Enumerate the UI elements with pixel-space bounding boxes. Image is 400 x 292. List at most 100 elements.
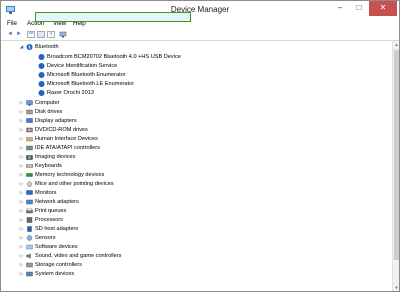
- tree-label: SD host adapters: [35, 226, 79, 232]
- expand-arrow-icon[interactable]: ▷: [19, 234, 24, 242]
- tree-label: Display adapters: [35, 118, 77, 124]
- tree-category-ide-ata[interactable]: ▷ IDE ATA/ATAPI controllers: [1, 144, 381, 152]
- bluetooth-icon: [38, 90, 45, 96]
- expand-arrow-icon[interactable]: ▷: [19, 117, 24, 125]
- expand-arrow-icon[interactable]: ▷: [19, 261, 24, 269]
- expand-arrow-icon[interactable]: ▷: [19, 207, 24, 215]
- expand-arrow-icon[interactable]: ▷: [19, 180, 24, 188]
- hid-icon: [26, 137, 33, 142]
- properties-icon[interactable]: [27, 31, 35, 38]
- tree-label: Software devices: [35, 244, 78, 250]
- tree-label: Microsoft Bluetooth LE Enumerator: [47, 81, 135, 87]
- network-adapter-icon: [26, 199, 33, 205]
- vertical-scrollbar[interactable]: ▲ ▼: [392, 41, 399, 291]
- tree-category-software-devices[interactable]: ▷ Software devices: [1, 243, 381, 251]
- tree-category-sd-host-adapters[interactable]: ▷ SD host adapters: [1, 225, 381, 233]
- tree-category-monitors[interactable]: ▷ Monitors: [1, 189, 381, 197]
- tree-category-keyboards[interactable]: ▷ Keyboards: [1, 162, 381, 170]
- tree-category-print-queues[interactable]: ▷ Print queues: [1, 207, 381, 215]
- back-button[interactable]: ◄: [6, 31, 14, 38]
- bluetooth-icon: [38, 54, 45, 60]
- tree-label: Memory technology devices: [35, 172, 105, 178]
- svg-text:?: ?: [50, 33, 53, 39]
- menu-file[interactable]: File: [7, 20, 17, 27]
- mouse-icon: [27, 181, 32, 187]
- tree-category-memory-technology[interactable]: ▷ Memory technology devices: [1, 171, 381, 179]
- bluetooth-icon: [38, 63, 45, 69]
- processor-icon: [26, 217, 33, 223]
- scan-hardware-icon[interactable]: [59, 31, 67, 38]
- tree-category-storage-controllers[interactable]: ▷ Storage controllers: [1, 261, 381, 269]
- bluetooth-icon: [38, 72, 45, 78]
- monitor-icon: [26, 190, 33, 195]
- tree-device-ms-bluetooth-enumerator[interactable]: Microsoft Bluetooth Enumerator: [1, 71, 381, 79]
- tree-label: DVD/CD-ROM drives: [35, 127, 88, 133]
- tree-device-ms-bluetooth-le-enumerator[interactable]: Microsoft Bluetooth LE Enumerator: [1, 80, 381, 88]
- tree-category-processors[interactable]: ▷ Processors: [1, 216, 381, 224]
- tree-category-imaging[interactable]: ▷ Imaging devices: [1, 153, 381, 161]
- tree-device-broadcom-bluetooth[interactable]: Broadcom BCM20702 Bluetooth 4.0 +HS USB …: [1, 53, 381, 61]
- tree-label: Storage controllers: [35, 262, 82, 268]
- tree-category-display-adapters[interactable]: ▷ Display adapters: [1, 117, 381, 125]
- tree-category-hid[interactable]: ▷ Human Interface Devices: [1, 135, 381, 143]
- tree-label: Disk drives: [35, 109, 63, 115]
- expand-arrow-icon[interactable]: ▷: [19, 171, 24, 179]
- maximize-button[interactable]: □: [350, 1, 368, 16]
- tree-label: Print queues: [35, 208, 67, 214]
- device-manager-window: Device Manager – □ ✕ File Action View He…: [0, 0, 400, 292]
- tree-label: System devices: [35, 271, 75, 277]
- tree-label: Razer Orochi 2013: [47, 90, 94, 96]
- expand-arrow-icon[interactable]: ▷: [19, 198, 24, 206]
- expand-arrow-icon[interactable]: ▷: [19, 135, 24, 143]
- tree-category-dvd-cdrom[interactable]: ▷ DVD/CD-ROM drives: [1, 126, 381, 134]
- expand-arrow-icon[interactable]: ▷: [19, 126, 24, 134]
- tree-category-sound-video-game[interactable]: ▷ Sound, video and game controllers: [1, 252, 381, 260]
- tree-label: Device Identification Service: [47, 63, 118, 69]
- software-device-icon: [26, 244, 33, 250]
- help-icon[interactable]: ?: [47, 31, 55, 38]
- minimize-button[interactable]: –: [331, 1, 349, 16]
- sensor-icon: [26, 235, 33, 241]
- expand-arrow-icon[interactable]: ▷: [19, 243, 24, 251]
- expand-arrow-icon[interactable]: ▷: [19, 99, 24, 107]
- speaker-icon: [26, 253, 31, 259]
- tree-category-bluetooth[interactable]: ◢ Bluetooth: [1, 43, 381, 51]
- tree-category-disk-drives[interactable]: ▷ Disk drives: [1, 108, 381, 116]
- expand-arrow-icon[interactable]: ▷: [19, 153, 24, 161]
- disk-drive-icon: [26, 109, 33, 115]
- tree-category-network-adapters[interactable]: ▷ Network adapters: [1, 198, 381, 206]
- forward-button[interactable]: ►: [15, 31, 23, 38]
- expand-arrow-icon[interactable]: ▷: [19, 252, 24, 260]
- display-adapter-icon: [26, 118, 33, 123]
- tree-label: Bluetooth: [35, 44, 59, 50]
- show-hidden-icon[interactable]: [37, 31, 45, 38]
- expand-arrow-icon[interactable]: ▷: [19, 108, 24, 116]
- scroll-down-icon[interactable]: ▼: [393, 284, 399, 291]
- tree-label: Imaging devices: [35, 154, 76, 160]
- tree-device-razer-orochi[interactable]: Razer Orochi 2013: [1, 89, 381, 97]
- expand-arrow-icon[interactable]: ▷: [19, 144, 24, 152]
- tree-category-system-devices[interactable]: ▷ System devices: [1, 270, 381, 278]
- tree-label: Mice and other pointing devices: [35, 181, 114, 187]
- camera-icon: [26, 155, 33, 160]
- expand-arrow-icon[interactable]: ▷: [19, 189, 24, 197]
- scroll-up-icon[interactable]: ▲: [393, 41, 399, 48]
- computer-icon: [26, 100, 33, 106]
- expand-arrow-icon[interactable]: ▷: [19, 216, 24, 224]
- expand-arrow-icon[interactable]: ▷: [19, 270, 24, 278]
- expand-arrow-icon[interactable]: ▷: [19, 225, 24, 233]
- toolbar: ◄ ► ?: [1, 29, 399, 41]
- scrollbar-thumb[interactable]: [394, 50, 399, 260]
- tree-device-identification-service[interactable]: Device Identification Service: [1, 62, 381, 70]
- tree-category-computer[interactable]: ▷ Computer: [1, 99, 381, 107]
- collapse-arrow-icon[interactable]: ◢: [19, 43, 24, 51]
- bluetooth-icon: [38, 81, 45, 87]
- selection-highlight: [35, 12, 191, 22]
- tree-category-sensors[interactable]: ▷ Sensors: [1, 234, 381, 242]
- dvd-drive-icon: [26, 127, 33, 133]
- tree-label: Processors: [35, 217, 63, 223]
- tree-category-mice[interactable]: ▷ Mice and other pointing devices: [1, 180, 381, 188]
- expand-arrow-icon[interactable]: ▷: [19, 162, 24, 170]
- keyboard-icon: [26, 164, 33, 168]
- close-button[interactable]: ✕: [369, 1, 397, 16]
